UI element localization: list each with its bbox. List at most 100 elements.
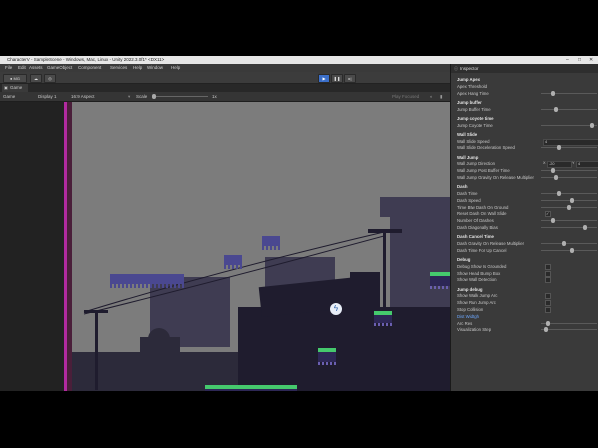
value-slider[interactable] [541, 218, 597, 224]
account-button[interactable]: ● MG [3, 74, 27, 83]
value-slider[interactable] [541, 175, 597, 180]
menu-edit[interactable]: Edit [18, 64, 26, 72]
inspector-field-label: Show Run Jump Arc [457, 300, 496, 306]
menu-window[interactable]: Window [147, 64, 163, 72]
inspector-field-label: Arc Res [457, 320, 473, 326]
grass-block [430, 272, 450, 289]
slider-knob[interactable] [551, 90, 556, 96]
slider-knob[interactable] [582, 225, 587, 230]
menu-assets[interactable]: Assets [29, 64, 43, 72]
value-slider[interactable] [541, 168, 597, 174]
inspector-field-label: Apex Threshold [457, 83, 488, 89]
inspector-field-label: Jump Apex [457, 77, 481, 82]
slider-knob[interactable] [569, 247, 574, 253]
far-building-roof [380, 197, 450, 217]
inspector-field-row[interactable]: Jump Buffer Time [457, 106, 597, 113]
inspector-field-label: Dash Diagonally Bias [457, 225, 498, 230]
inspector-tab[interactable]: ⓘ Inspector [451, 64, 598, 73]
slider-knob[interactable] [554, 106, 558, 112]
inspector-field-label: Reset Dash On Wall Slide [457, 211, 507, 217]
menu-component[interactable]: Component [78, 64, 101, 72]
inspector-field-label: Jump buffer [457, 99, 482, 105]
pause-button[interactable]: ❚❚ [331, 74, 343, 83]
menu-bar: File Edit Assets GameObject Component Se… [0, 64, 450, 72]
inspector-field-label: Dash Time For Up Cancel [457, 247, 507, 253]
floating-block [224, 255, 242, 269]
value-slider[interactable] [541, 197, 597, 203]
scale-slider[interactable] [152, 94, 208, 99]
inspector-field-row[interactable]: Wall Slide Deceleration Speed [457, 144, 597, 151]
close-icon[interactable]: ✕ [589, 56, 593, 64]
value-slider[interactable] [541, 247, 597, 253]
menu-gameobject[interactable]: GameObject [47, 64, 72, 72]
slider-knob[interactable] [556, 145, 561, 151]
value-slider[interactable] [541, 204, 597, 210]
slider-knob[interactable] [567, 204, 571, 210]
menu-help-1[interactable]: Help [133, 64, 142, 72]
lightning-icon: ϟ [330, 303, 342, 315]
menu-file[interactable]: File [5, 64, 12, 72]
inspector-field-row[interactable]: Wall Jump Gravity On Release Multiplier [457, 174, 597, 181]
inspector-field-row[interactable]: Dash Time For Up Cancel [457, 247, 597, 254]
play-button[interactable]: ▶ [318, 74, 330, 83]
inspector-field-row[interactable]: Jump Coyote Time [457, 122, 597, 129]
inspector-field-row[interactable]: Visualization Step [457, 326, 597, 333]
game-view[interactable]: ϟ [0, 102, 450, 391]
game-mode-dropdown[interactable]: Game [3, 92, 15, 101]
inspector-field-label: Dash [457, 184, 468, 190]
value-slider[interactable] [541, 225, 597, 230]
tab-bar: ▣ Game [0, 84, 450, 92]
slider-knob[interactable] [554, 175, 558, 180]
step-button[interactable]: ▸| [344, 74, 356, 83]
inspector-field-label: Jump debug [457, 286, 483, 292]
inspector-field-label: Debug [457, 257, 471, 262]
maximize-icon[interactable]: □ [578, 56, 581, 64]
value-slider[interactable] [541, 327, 597, 333]
display-dropdown[interactable]: Display 1 [38, 92, 57, 101]
value-slider[interactable] [541, 241, 597, 246]
inspector-field-label: Show Wall Detection [457, 277, 497, 283]
menu-help[interactable]: Help [171, 64, 180, 72]
value-slider[interactable] [541, 191, 597, 196]
cloud-icon: ☁ [34, 76, 38, 81]
value-slider[interactable] [541, 145, 597, 151]
value-slider[interactable] [541, 90, 597, 96]
aspect-dropdown[interactable]: 16:9 Aspect [71, 92, 95, 101]
title-bar: CharacterV - SampleScene - Windows, Mac,… [0, 56, 598, 64]
grass-block [318, 348, 336, 365]
slider-knob[interactable] [546, 320, 551, 326]
inspector-field-label: Time Btw Dash On Ground [457, 204, 509, 210]
stats-icon[interactable]: ▮ [440, 92, 442, 101]
slider-knob[interactable] [543, 327, 548, 333]
checkbox[interactable] [545, 277, 551, 284]
slider-knob[interactable] [551, 168, 556, 174]
value-slider[interactable] [541, 320, 597, 326]
play-focused-dropdown[interactable]: Play Focused [392, 92, 419, 101]
grass-block [374, 311, 392, 326]
slider-knob[interactable] [569, 197, 574, 203]
minimize-icon[interactable]: – [566, 56, 569, 64]
inspector-tab-label: Inspector [460, 66, 479, 71]
inspector-field-label: Wall Slide [457, 131, 478, 137]
game-tab-icon: ▣ [4, 85, 8, 90]
slider-knob[interactable] [551, 218, 556, 224]
inspector-field-row[interactable]: Dash Diagonally Bias [457, 224, 597, 231]
menu-services[interactable]: Services [110, 64, 127, 72]
inspector-field-row[interactable]: Apex Hang Time [457, 90, 597, 97]
value-slider[interactable] [541, 122, 597, 128]
slider-knob[interactable] [556, 191, 561, 196]
cloud-button[interactable]: ☁ [30, 74, 42, 83]
collab-icon: ◎ [48, 76, 52, 81]
slider-knob[interactable] [561, 241, 566, 246]
inspector-field-label: Apex Hang Time [457, 90, 489, 96]
scale-slider-knob[interactable] [152, 94, 156, 99]
collab-button[interactable]: ◎ [44, 74, 56, 83]
tab-game[interactable]: ▣ Game [2, 84, 28, 92]
mute-icon[interactable]: ◐ [430, 92, 433, 101]
slider-knob[interactable] [590, 122, 595, 128]
main-toolbar: ● MG ☁ ◎ ▶ ❚❚ ▸| [0, 72, 450, 84]
scale-label: Scale [136, 94, 148, 99]
value-slider[interactable] [541, 106, 597, 112]
inspector-field-row[interactable]: Show Wall Detection [457, 276, 597, 284]
inspector-field-label: Wall Slide Speed [457, 138, 490, 144]
